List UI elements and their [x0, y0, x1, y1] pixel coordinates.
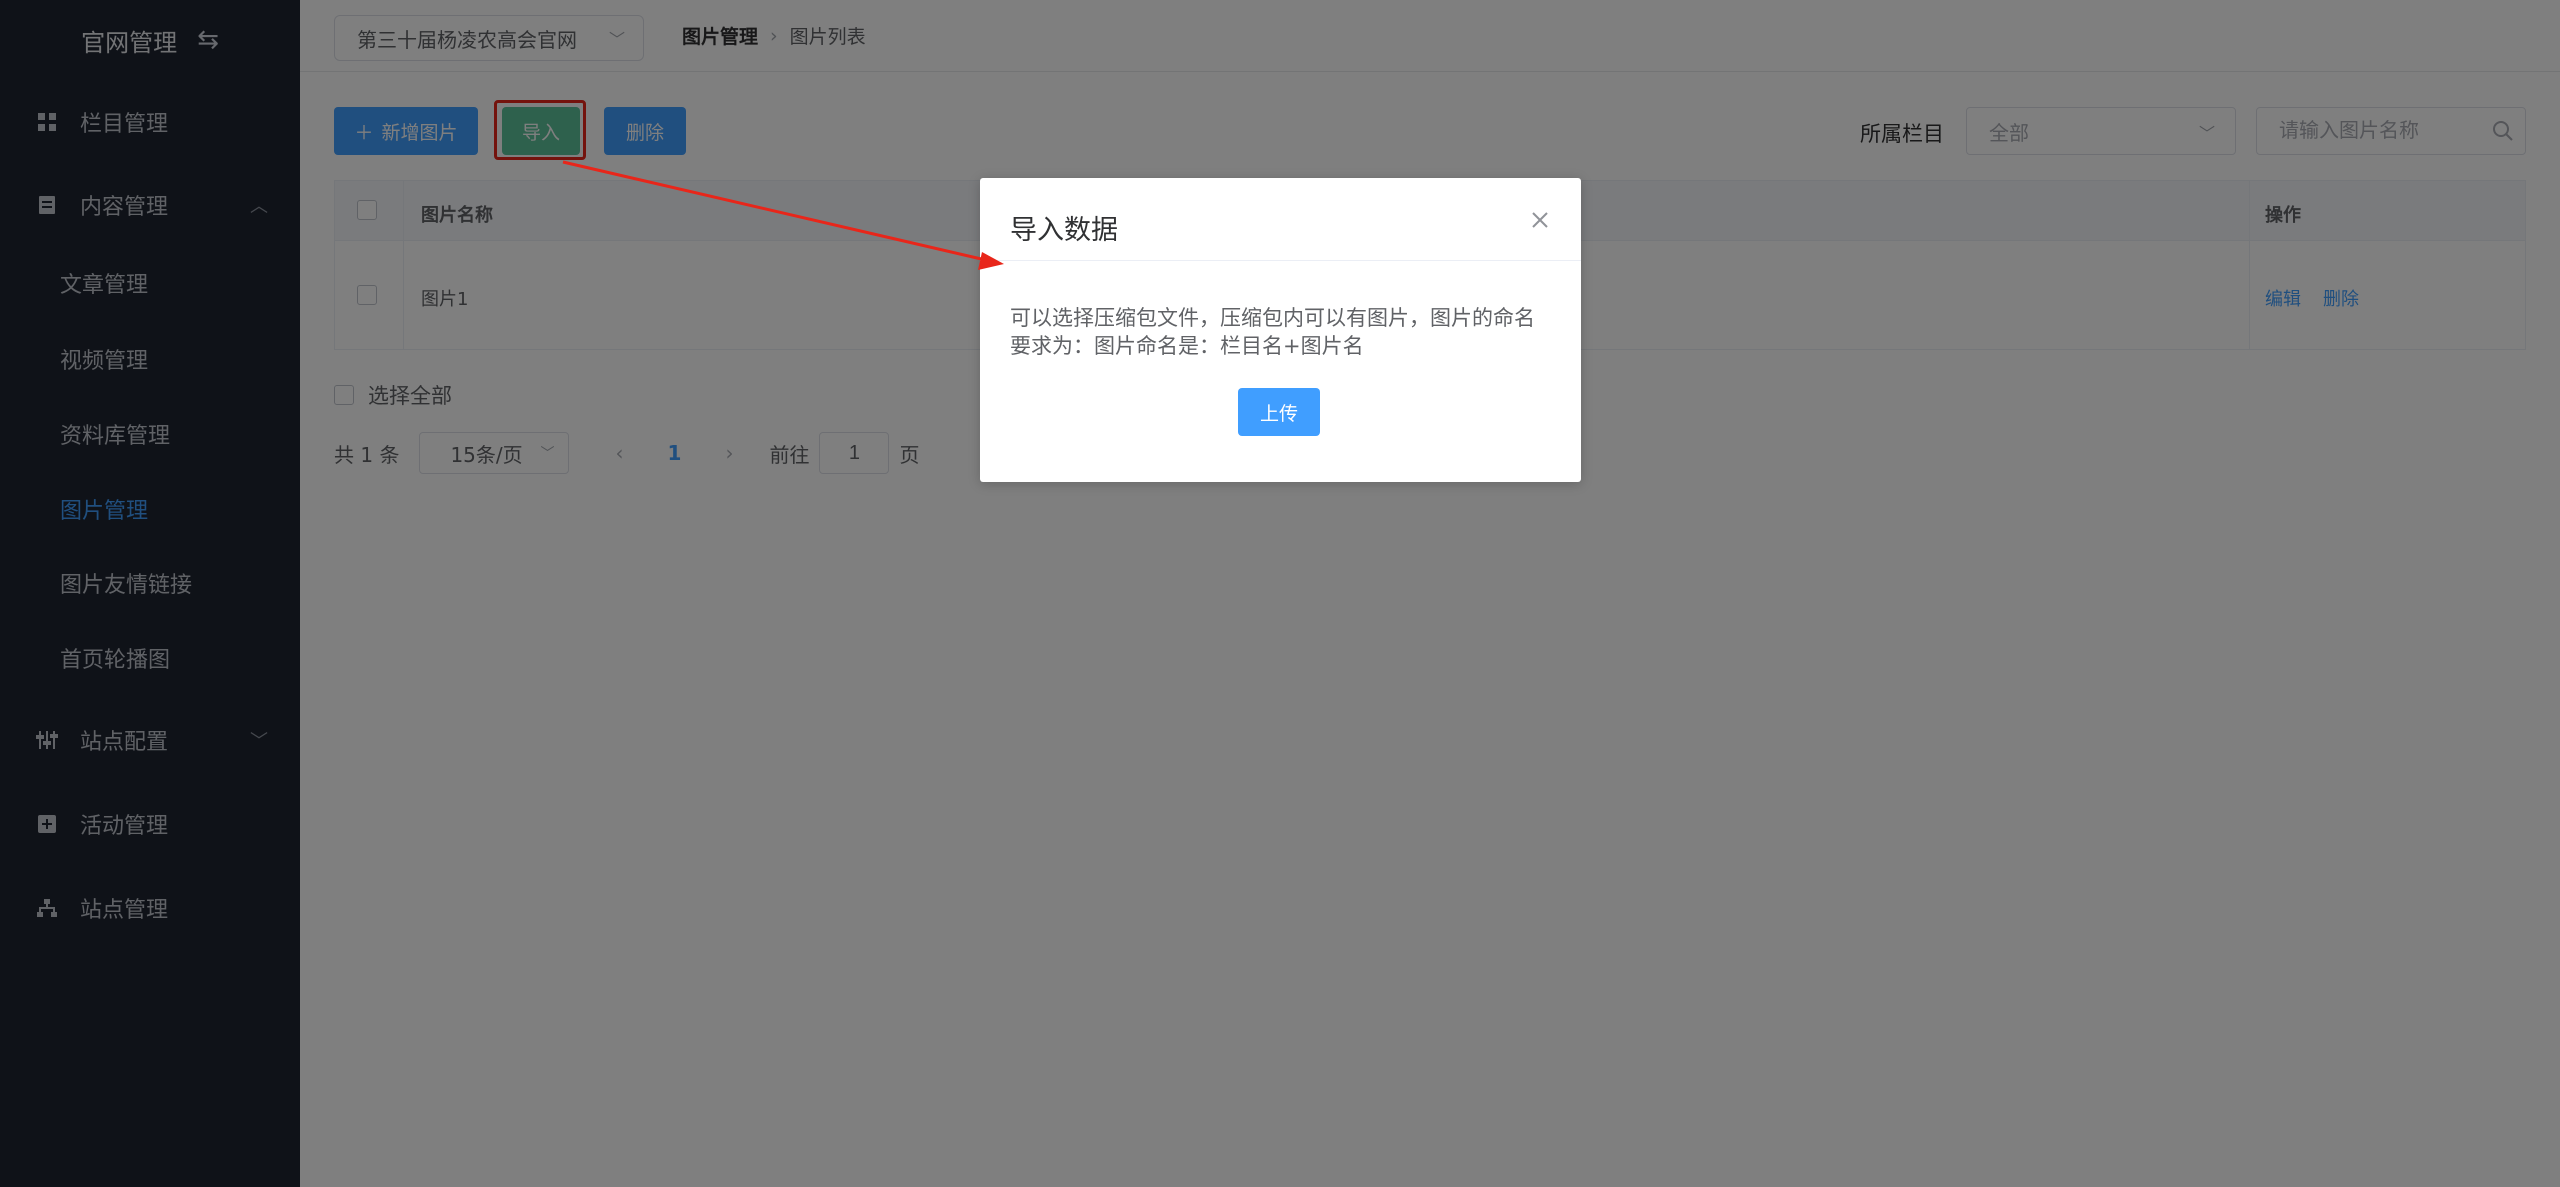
dialog-divider [980, 260, 1581, 261]
upload-button[interactable]: 上传 [1238, 388, 1320, 436]
close-icon[interactable] [1528, 208, 1552, 232]
dialog-body-text: 可以选择压缩包文件，压缩包内可以有图片，图片的命名要求为：图片命名是：栏目名+图… [1010, 306, 1535, 358]
dialog-title: 导入数据 [1010, 215, 1118, 246]
import-dialog: 导入数据 可以选择压缩包文件，压缩包内可以有图片，图片的命名要求为：图片命名是：… [980, 178, 1581, 482]
